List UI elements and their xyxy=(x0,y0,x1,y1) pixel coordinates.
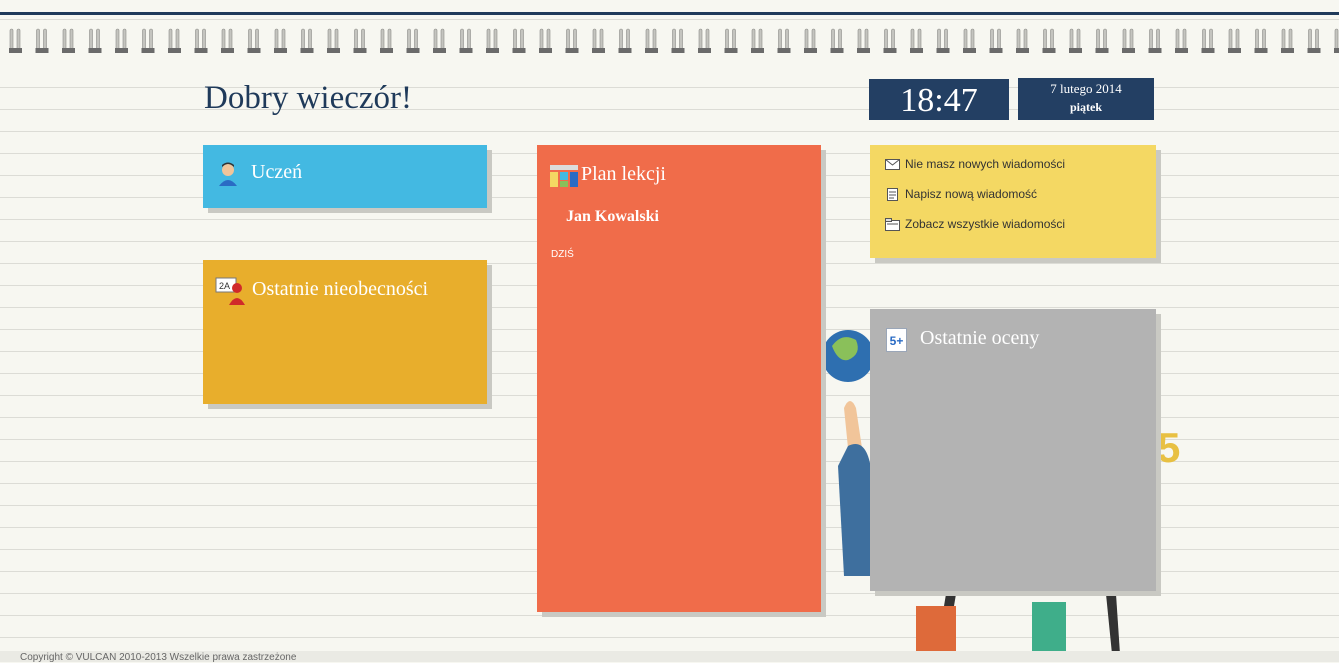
date-box: 7 lutego 2014 piątek xyxy=(1018,78,1154,120)
folder-icon xyxy=(885,217,900,231)
ring xyxy=(221,28,234,53)
ring xyxy=(327,28,340,53)
ring xyxy=(989,28,1003,53)
ring xyxy=(671,28,685,53)
copyright-text: Copyright © VULCAN 2010-2013 Wszelkie pr… xyxy=(20,652,297,663)
compose-icon xyxy=(885,187,900,201)
ring xyxy=(592,28,605,53)
svg-text:2A: 2A xyxy=(219,281,230,291)
all-messages-link[interactable]: Zobacz wszystkie wiadomości xyxy=(885,217,1065,231)
notebook-rings xyxy=(0,26,1339,66)
absence-icon: 2A xyxy=(215,277,247,310)
ring xyxy=(486,28,499,53)
ring xyxy=(1307,28,1321,53)
no-new-messages-label: Nie masz nowych wiadomości xyxy=(905,157,1066,171)
ring xyxy=(274,28,287,53)
ring xyxy=(751,28,764,53)
date-text: 7 lutego 2014 xyxy=(1050,81,1122,96)
grades-icon: 5+ xyxy=(886,328,907,352)
ring xyxy=(777,28,791,53)
schedule-tile-title: Plan lekcji xyxy=(581,163,666,185)
ring xyxy=(1175,28,1188,53)
ring xyxy=(883,28,897,53)
ring xyxy=(936,28,950,53)
ring xyxy=(857,28,870,53)
ring xyxy=(380,28,393,53)
ring xyxy=(698,28,711,53)
student-icon xyxy=(217,162,239,191)
greeting-title: Dobry wieczór! xyxy=(204,80,412,116)
all-messages-label: Zobacz wszystkie wiadomości xyxy=(905,217,1066,231)
ring xyxy=(565,28,579,53)
ring xyxy=(353,28,367,53)
ring xyxy=(1281,28,1294,53)
ring xyxy=(194,28,208,53)
ring xyxy=(1334,28,1339,53)
write-message-link[interactable]: Napisz nową wiadomość xyxy=(885,187,1037,201)
ring xyxy=(459,28,473,53)
absences-tile[interactable]: 2A Ostatnie nieobecności xyxy=(203,260,487,404)
grades-tile-title: Ostatnie oceny xyxy=(920,327,1040,349)
ring xyxy=(1095,28,1109,53)
ring xyxy=(1201,28,1215,53)
ring xyxy=(804,28,817,53)
ring xyxy=(1042,28,1056,53)
clock-time: 18:47 xyxy=(869,79,1009,120)
ring xyxy=(963,28,976,53)
absences-tile-title: Ostatnie nieobecności xyxy=(252,278,429,300)
ring xyxy=(9,28,22,53)
ring xyxy=(830,28,844,53)
ring xyxy=(539,28,552,53)
ring xyxy=(406,28,420,53)
ring xyxy=(35,28,49,53)
schedule-tile[interactable]: Plan lekcji Jan Kowalski DZIŚ xyxy=(537,145,821,612)
ring xyxy=(168,28,181,53)
student-tile-title: Uczeń xyxy=(251,161,303,183)
ring xyxy=(1228,28,1241,53)
ring xyxy=(115,28,128,53)
weekday-text: piątek xyxy=(1069,100,1102,114)
ring xyxy=(62,28,75,53)
footer: Copyright © VULCAN 2010-2013 Wszelkie pr… xyxy=(0,651,1339,663)
decorative-digit: 5 xyxy=(1157,424,1181,471)
ring xyxy=(1254,28,1268,53)
write-message-label: Napisz nową wiadomość xyxy=(905,187,1038,201)
messages-tile: Nie masz nowych wiadomości Napisz nową w… xyxy=(870,145,1156,258)
student-name: Jan Kowalski xyxy=(566,208,659,225)
notebook-rings-graphic xyxy=(9,28,1339,53)
ring xyxy=(512,28,526,53)
schedule-icon xyxy=(550,165,578,192)
ring xyxy=(88,28,102,53)
envelope-icon xyxy=(885,158,900,171)
ring xyxy=(618,28,632,53)
ring xyxy=(141,28,155,53)
ring xyxy=(1148,28,1162,53)
ring xyxy=(1016,28,1029,53)
ring xyxy=(247,28,261,53)
ring xyxy=(645,28,658,53)
ring xyxy=(1122,28,1135,53)
student-tile[interactable]: Uczeń xyxy=(203,145,487,208)
top-bar xyxy=(0,0,1339,16)
ring xyxy=(910,28,923,53)
top-bar-line xyxy=(0,12,1339,15)
grades-tile[interactable]: 5+ Ostatnie oceny xyxy=(870,309,1156,591)
ring xyxy=(1069,28,1082,53)
ring xyxy=(433,28,446,53)
no-new-messages-link[interactable]: Nie masz nowych wiadomości xyxy=(885,157,1065,171)
ring xyxy=(724,28,738,53)
ring xyxy=(300,28,314,53)
today-label: DZIŚ xyxy=(551,249,574,260)
